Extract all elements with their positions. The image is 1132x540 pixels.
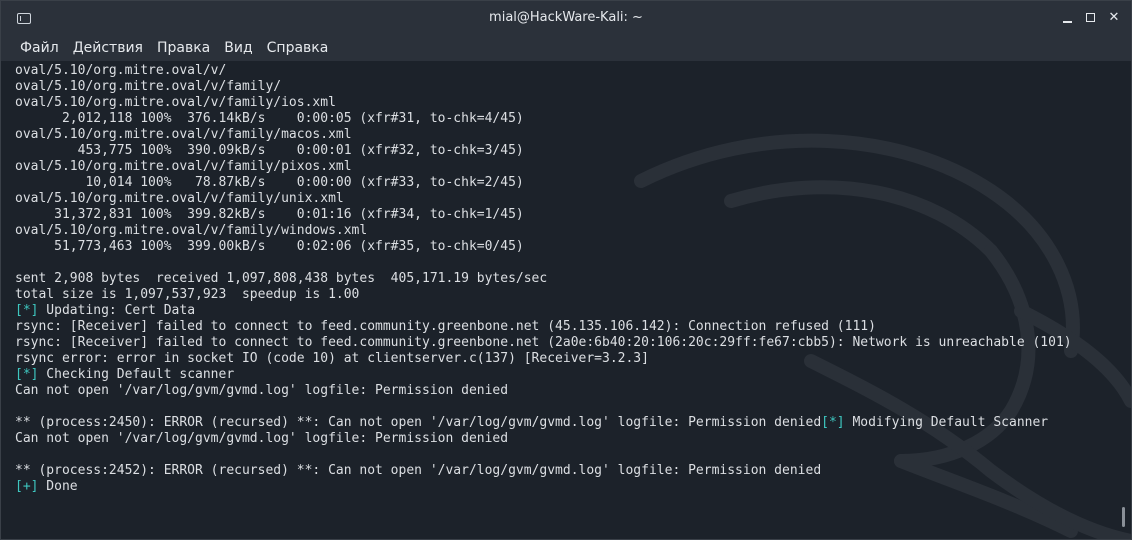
status-tag: [*]	[821, 415, 845, 430]
terminal-line: rsync: [Receiver] failed to connect to f…	[15, 335, 1111, 351]
line-text: rsync: [Receiver] failed to connect to f…	[15, 319, 876, 334]
terminal-line: total size is 1,097,537,923 speedup is 1…	[15, 287, 1111, 303]
terminal-line: [*] Checking Default scanner	[15, 367, 1111, 383]
title-bar[interactable]: mial@HackWare-Kali: ~ ✕	[1, 1, 1131, 35]
line-text: oval/5.10/org.mitre.oval/v/	[15, 63, 227, 78]
terminal-line: oval/5.10/org.mitre.oval/v/family/unix.x…	[15, 191, 1111, 207]
line-text: sent 2,908 bytes received 1,097,808,438 …	[15, 271, 548, 286]
minimize-button[interactable]	[1061, 11, 1075, 25]
line-text: 2,012,118 100% 376.14kB/s 0:00:05 (xfr#3…	[15, 111, 524, 126]
terminal-lines: oval/5.10/org.mitre.oval/v/oval/5.10/org…	[15, 63, 1111, 495]
terminal-line: 10,014 100% 78.87kB/s 0:00:00 (xfr#33, t…	[15, 175, 1111, 191]
status-tag: [+]	[15, 479, 39, 494]
line-text: Can not open '/var/log/gvm/gvmd.log' log…	[15, 431, 509, 446]
terminal-line: sent 2,908 bytes received 1,097,808,438 …	[15, 271, 1111, 287]
line-text: ** (process:2452): ERROR (recursed) **: …	[15, 463, 822, 478]
line-text: 31,372,831 100% 399.82kB/s 0:01:16 (xfr#…	[15, 207, 524, 222]
terminal-line: Can not open '/var/log/gvm/gvmd.log' log…	[15, 383, 1111, 399]
menu-edit[interactable]: Правка	[150, 35, 217, 61]
terminal-line: oval/5.10/org.mitre.oval/v/family/pixos.…	[15, 159, 1111, 175]
terminal-line: Can not open '/var/log/gvm/gvmd.log' log…	[15, 431, 1111, 447]
terminal-line: oval/5.10/org.mitre.oval/v/	[15, 63, 1111, 79]
menu-help[interactable]: Справка	[260, 35, 336, 61]
menu-actions[interactable]: Действия	[66, 35, 150, 61]
maximize-icon	[1086, 13, 1095, 22]
close-button[interactable]: ✕	[1107, 11, 1121, 25]
line-text: 10,014 100% 78.87kB/s 0:00:00 (xfr#33, t…	[15, 175, 524, 190]
terminal-line: ** (process:2450): ERROR (recursed) **: …	[15, 415, 1111, 431]
terminal-line: oval/5.10/org.mitre.oval/v/family/macos.…	[15, 127, 1111, 143]
terminal-line: oval/5.10/org.mitre.oval/v/family/	[15, 79, 1111, 95]
terminal-line: rsync: [Receiver] failed to connect to f…	[15, 319, 1111, 335]
maximize-button[interactable]	[1084, 11, 1098, 25]
terminal-window: mial@HackWare-Kali: ~ ✕ Файл Действия Пр…	[0, 0, 1132, 540]
minimize-icon	[1063, 21, 1072, 23]
line-text: ** (process:2450): ERROR (recursed) **: …	[15, 415, 822, 430]
line-text: rsync error: error in socket IO (code 10…	[15, 351, 649, 366]
line-text: total size is 1,097,537,923 speedup is 1…	[15, 287, 360, 302]
line-text: Can not open '/var/log/gvm/gvmd.log' log…	[15, 383, 509, 398]
line-text: 453,775 100% 390.09kB/s 0:00:01 (xfr#32,…	[15, 143, 524, 158]
line-text: Done	[38, 479, 78, 494]
terminal-line: [+] Done	[15, 479, 1111, 495]
terminal-line: 31,372,831 100% 399.82kB/s 0:01:16 (xfr#…	[15, 207, 1111, 223]
line-text: Checking Default scanner	[38, 367, 235, 382]
terminal-line: [*] Updating: Cert Data	[15, 303, 1111, 319]
line-text: oval/5.10/org.mitre.oval/v/family/macos.…	[15, 127, 352, 142]
scrollbar[interactable]	[1122, 507, 1125, 527]
line-text: Updating: Cert Data	[38, 303, 196, 318]
terminal-line: oval/5.10/org.mitre.oval/v/family/window…	[15, 223, 1111, 239]
line-text: oval/5.10/org.mitre.oval/v/family/	[15, 79, 282, 94]
terminal-line: oval/5.10/org.mitre.oval/v/family/ios.xm…	[15, 95, 1111, 111]
menu-view[interactable]: Вид	[217, 35, 259, 61]
terminal-line: 2,012,118 100% 376.14kB/s 0:00:05 (xfr#3…	[15, 111, 1111, 127]
status-tag: [*]	[15, 367, 39, 382]
terminal-line: rsync error: error in socket IO (code 10…	[15, 351, 1111, 367]
window-title: mial@HackWare-Kali: ~	[489, 10, 643, 25]
status-tag: [*]	[15, 303, 39, 318]
line-text-suffix: Modifying Default Scanner	[844, 415, 1049, 430]
line-text: 51,773,463 100% 399.00kB/s 0:02:06 (xfr#…	[15, 239, 524, 254]
menu-file[interactable]: Файл	[13, 35, 66, 61]
line-text: rsync: [Receiver] failed to connect to f…	[15, 335, 1072, 350]
terminal-output[interactable]: oval/5.10/org.mitre.oval/v/oval/5.10/org…	[1, 61, 1131, 539]
terminal-line: ** (process:2452): ERROR (recursed) **: …	[15, 463, 1111, 479]
line-text: oval/5.10/org.mitre.oval/v/family/unix.x…	[15, 191, 344, 206]
line-text: oval/5.10/org.mitre.oval/v/family/pixos.…	[15, 159, 352, 174]
terminal-line: 51,773,463 100% 399.00kB/s 0:02:06 (xfr#…	[15, 239, 1111, 255]
line-text: oval/5.10/org.mitre.oval/v/family/window…	[15, 223, 368, 238]
line-text: oval/5.10/org.mitre.oval/v/family/ios.xm…	[15, 95, 336, 110]
menu-bar: Файл Действия Правка Вид Справка	[1, 35, 1131, 61]
terminal-line: 453,775 100% 390.09kB/s 0:00:01 (xfr#32,…	[15, 143, 1111, 159]
